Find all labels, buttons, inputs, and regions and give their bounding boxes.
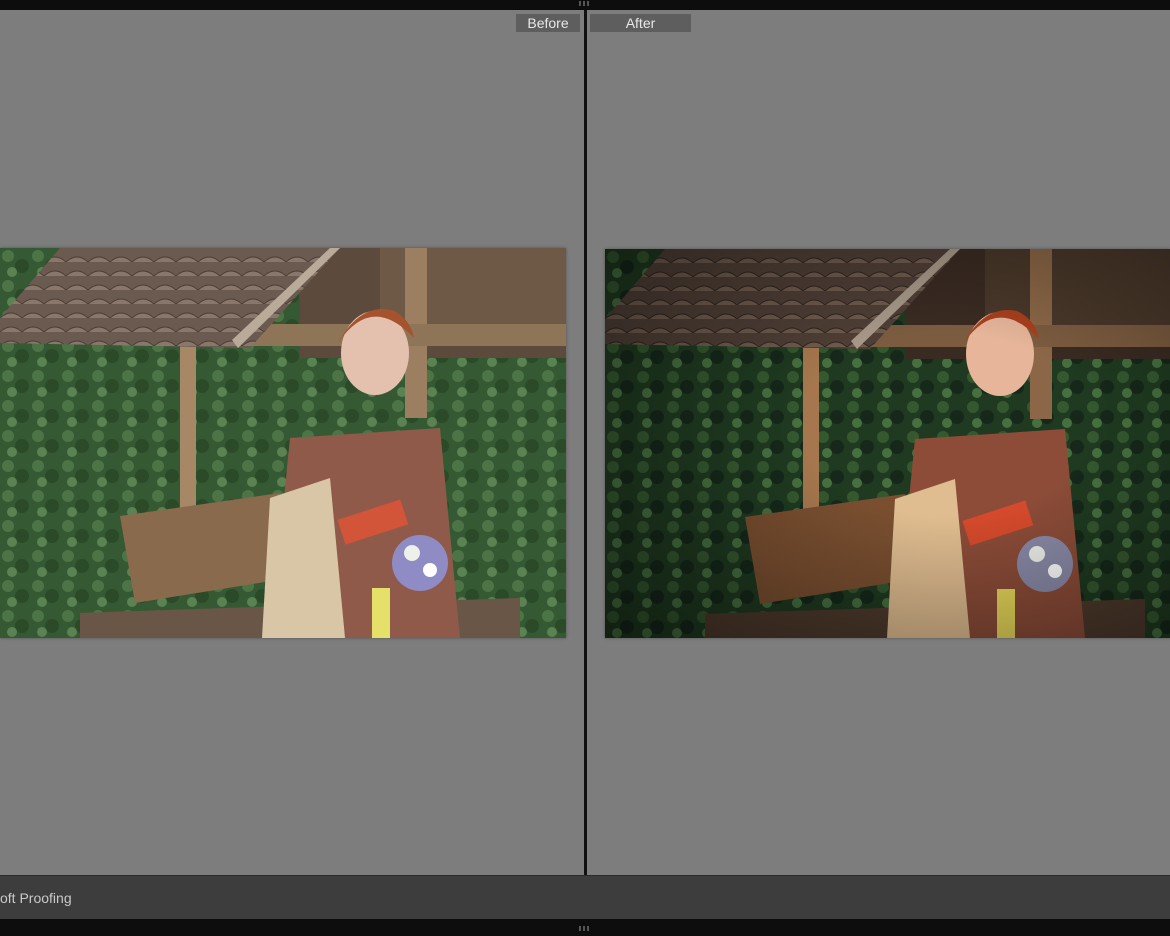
before-photo[interactable] — [0, 248, 566, 638]
after-pane: After — [587, 10, 1170, 875]
bottom-toolbar: oft Proofing — [0, 875, 1170, 920]
before-label: Before — [516, 14, 580, 32]
soft-proofing-label[interactable]: oft Proofing — [0, 890, 72, 906]
after-photo-image — [605, 249, 1170, 638]
after-label: After — [590, 14, 691, 32]
top-panel-strip[interactable] — [0, 0, 1170, 10]
top-panel-toggle-icon[interactable] — [579, 1, 591, 6]
before-photo-image — [0, 248, 566, 638]
after-photo[interactable] — [605, 249, 1170, 638]
before-pane: Before — [0, 10, 584, 875]
bottom-panel-strip[interactable] — [0, 919, 1170, 936]
bottom-panel-toggle-icon[interactable] — [579, 926, 591, 931]
